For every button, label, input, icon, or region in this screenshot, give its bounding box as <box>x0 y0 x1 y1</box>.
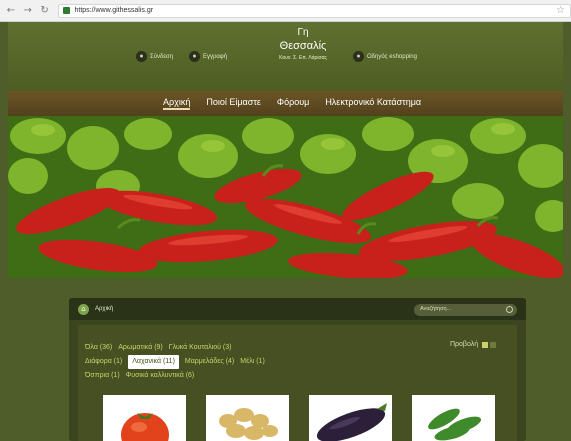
search-icon[interactable] <box>506 306 513 313</box>
cart-icon: ● <box>353 51 364 62</box>
view-toggle: Προβολή <box>450 341 497 348</box>
breadcrumb[interactable]: Αρχική <box>95 306 113 312</box>
panel-toolbar: ⌂ Αρχική Αναζήτηση... <box>69 298 526 320</box>
product-card[interactable] <box>103 395 186 441</box>
potatoes-icon <box>219 408 278 440</box>
site-title-line2: Θεσσαλίς <box>279 40 327 52</box>
filter-cosmetics[interactable]: Φυσικά καλλυντικά (6) <box>126 369 195 383</box>
product-card[interactable] <box>309 395 392 441</box>
list-view-icon[interactable] <box>490 341 497 348</box>
forward-icon[interactable]: → <box>22 5 34 17</box>
filter-jams[interactable]: Μαρμελάδες (4) <box>185 355 234 369</box>
guide-label: Οδηγός eshopping <box>367 53 417 60</box>
address-bar[interactable]: https://www.githessalis.gr <box>58 3 571 18</box>
nav-item-about[interactable]: Ποιοί Είμαστε <box>206 97 261 110</box>
register-link[interactable]: ● Εγγραφή <box>189 51 227 62</box>
tomato-icon <box>121 413 169 441</box>
view-label: Προβολή <box>450 341 479 348</box>
register-label: Εγγραφή <box>203 53 228 60</box>
site-title-line1: Γη <box>297 27 309 38</box>
bookmark-star-icon[interactable]: ☆ <box>556 5 565 16</box>
filter-misc[interactable]: Διάφορα (1) <box>85 355 122 369</box>
register-icon: ● <box>189 51 200 62</box>
lock-icon <box>63 7 71 14</box>
category-filters: Όλα (36) Αρωματικά (9) Γλυκά Κουταλιού (… <box>85 341 435 383</box>
nav-item-forum[interactable]: Φόρουμ <box>277 97 309 110</box>
back-icon[interactable]: ← <box>5 5 17 17</box>
site-header: ● Σύνδεση ● Εγγραφή Γη Θεσσαλίς Κουν. Σ.… <box>8 22 563 97</box>
home-icon[interactable]: ⌂ <box>78 304 89 315</box>
peppers-image <box>8 116 563 278</box>
reload-icon[interactable]: ↻ <box>39 5 51 17</box>
filter-spoon-sweets[interactable]: Γλυκά Κουταλιού (3) <box>169 341 232 355</box>
browser-toolbar: ← → ↻ https://www.githessalis.gr ☆ <box>0 0 571 22</box>
filter-vegetables[interactable]: Λαχανικά (11) <box>128 355 179 369</box>
product-card[interactable] <box>206 395 289 441</box>
filter-aromatic[interactable]: Αρωματικά (9) <box>118 341 162 355</box>
nav-item-shop[interactable]: Ηλεκτρονικό Κατάστημα <box>325 97 421 110</box>
login-label: Σύνδεση <box>150 53 174 60</box>
eggplant-icon <box>316 403 387 441</box>
search-field[interactable]: Αναζήτηση... <box>414 304 517 316</box>
user-icon: ● <box>136 51 147 62</box>
catalog-content: Όλα (36) Αρωματικά (9) Γλυκά Κουταλιού (… <box>78 325 517 441</box>
nav-item-home[interactable]: Αρχική <box>163 97 191 110</box>
search-input[interactable]: Αναζήτηση... <box>420 306 451 312</box>
filter-honey[interactable]: Μέλι (1) <box>240 355 265 369</box>
guide-link[interactable]: ● Οδηγός eshopping <box>353 51 417 62</box>
site-subtitle: Κουν. Σ. Επ. Λάρισας <box>279 55 327 61</box>
catalog-panel: ⌂ Αρχική Αναζήτηση... Όλα (36) Αρωματικά… <box>69 298 526 441</box>
hero-banner <box>8 116 563 278</box>
login-link[interactable]: ● Σύνδεση <box>136 51 173 62</box>
filter-all[interactable]: Όλα (36) <box>85 341 112 355</box>
grid-view-icon[interactable] <box>482 341 489 348</box>
main-nav: Αρχική Ποιοί Είμαστε Φόρουμ Ηλεκτρονικό … <box>8 91 563 116</box>
url-text: https://www.githessalis.gr <box>74 7 154 14</box>
filter-legumes[interactable]: Όσπρια (1) <box>85 369 120 383</box>
site-logo[interactable]: Γη Θεσσαλίς Κουν. Σ. Επ. Λάρισας <box>253 26 353 63</box>
product-card[interactable] <box>412 395 495 441</box>
cucumbers-icon <box>428 408 482 441</box>
